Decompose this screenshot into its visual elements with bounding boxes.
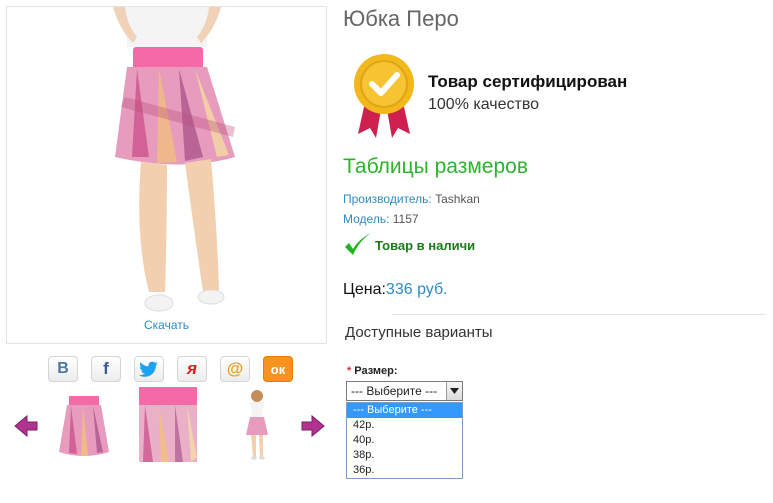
- thumbnail-model[interactable]: [226, 387, 284, 462]
- divider: [392, 314, 765, 315]
- size-tables-link[interactable]: Таблицы размеров: [343, 155, 528, 179]
- vk-icon: В: [57, 360, 69, 377]
- stock-label: Товар в наличи: [375, 237, 476, 253]
- checkmark-icon: [345, 233, 371, 255]
- certified-title: Товар сертифицирован: [428, 72, 628, 91]
- thumbnail-skirt-detail[interactable]: [139, 387, 197, 462]
- facebook-icon: f: [103, 359, 109, 378]
- main-product-image[interactable]: [6, 6, 327, 344]
- prev-arrow-icon[interactable]: [13, 414, 39, 438]
- size-option[interactable]: 42р.: [347, 418, 462, 433]
- certified-subtitle: 100% качество: [428, 96, 540, 113]
- model-line: Модель: 1157: [343, 212, 419, 226]
- size-select-value: --- Выберите ---: [351, 384, 438, 398]
- size-option[interactable]: 38р.: [347, 448, 462, 463]
- odnoklassniki-icon: ок: [270, 361, 286, 377]
- twitter-share-button[interactable]: [134, 356, 164, 382]
- stock-status: Товар в наличи: [343, 231, 475, 259]
- twitter-bird-icon: [139, 361, 158, 377]
- price-value: 336 руб.: [385, 281, 448, 298]
- price: Цена:336 руб.: [343, 281, 448, 299]
- size-select[interactable]: --- Выберите ---: [346, 381, 463, 401]
- size-label-text: Размер:: [354, 365, 398, 377]
- model-value: 1157: [392, 212, 419, 226]
- chevron-down-icon[interactable]: [446, 382, 462, 400]
- yaru-share-button[interactable]: я: [177, 356, 207, 382]
- model-label: Модель:: [343, 212, 390, 226]
- thumbnail-carousel: [0, 386, 335, 466]
- manufacturer-line: Производитель: Tashkan: [343, 192, 480, 206]
- mailru-share-button[interactable]: @: [220, 356, 250, 382]
- size-option[interactable]: 40р.: [347, 433, 462, 448]
- thumbnail-skirt-front[interactable]: [55, 390, 113, 465]
- download-link[interactable]: Скачать: [6, 318, 327, 332]
- variants-title: Доступные варианты: [345, 324, 493, 341]
- size-option-label: * Размер:: [347, 365, 398, 377]
- yaru-icon: я: [186, 359, 197, 378]
- facebook-share-button[interactable]: f: [91, 356, 121, 382]
- size-option[interactable]: 36р.: [347, 463, 462, 478]
- vk-share-button[interactable]: В: [48, 356, 78, 382]
- odnoklassniki-share-button[interactable]: ок: [263, 356, 293, 382]
- manufacturer-label[interactable]: Производитель:: [343, 192, 432, 206]
- product-title: Юбка Перо: [343, 6, 459, 31]
- share-buttons: В f я @ ок: [48, 356, 293, 384]
- size-dropdown-list: --- Выберите --- 42р. 40р. 38р. 36р.: [346, 402, 463, 479]
- required-mark: *: [347, 365, 352, 377]
- mailru-icon: @: [226, 359, 244, 378]
- price-label: Цена:: [343, 281, 386, 298]
- next-arrow-icon[interactable]: [300, 414, 326, 438]
- size-option[interactable]: --- Выберите ---: [347, 403, 462, 418]
- manufacturer-value: Tashkan: [435, 192, 480, 206]
- certified-badge-icon: [354, 54, 414, 138]
